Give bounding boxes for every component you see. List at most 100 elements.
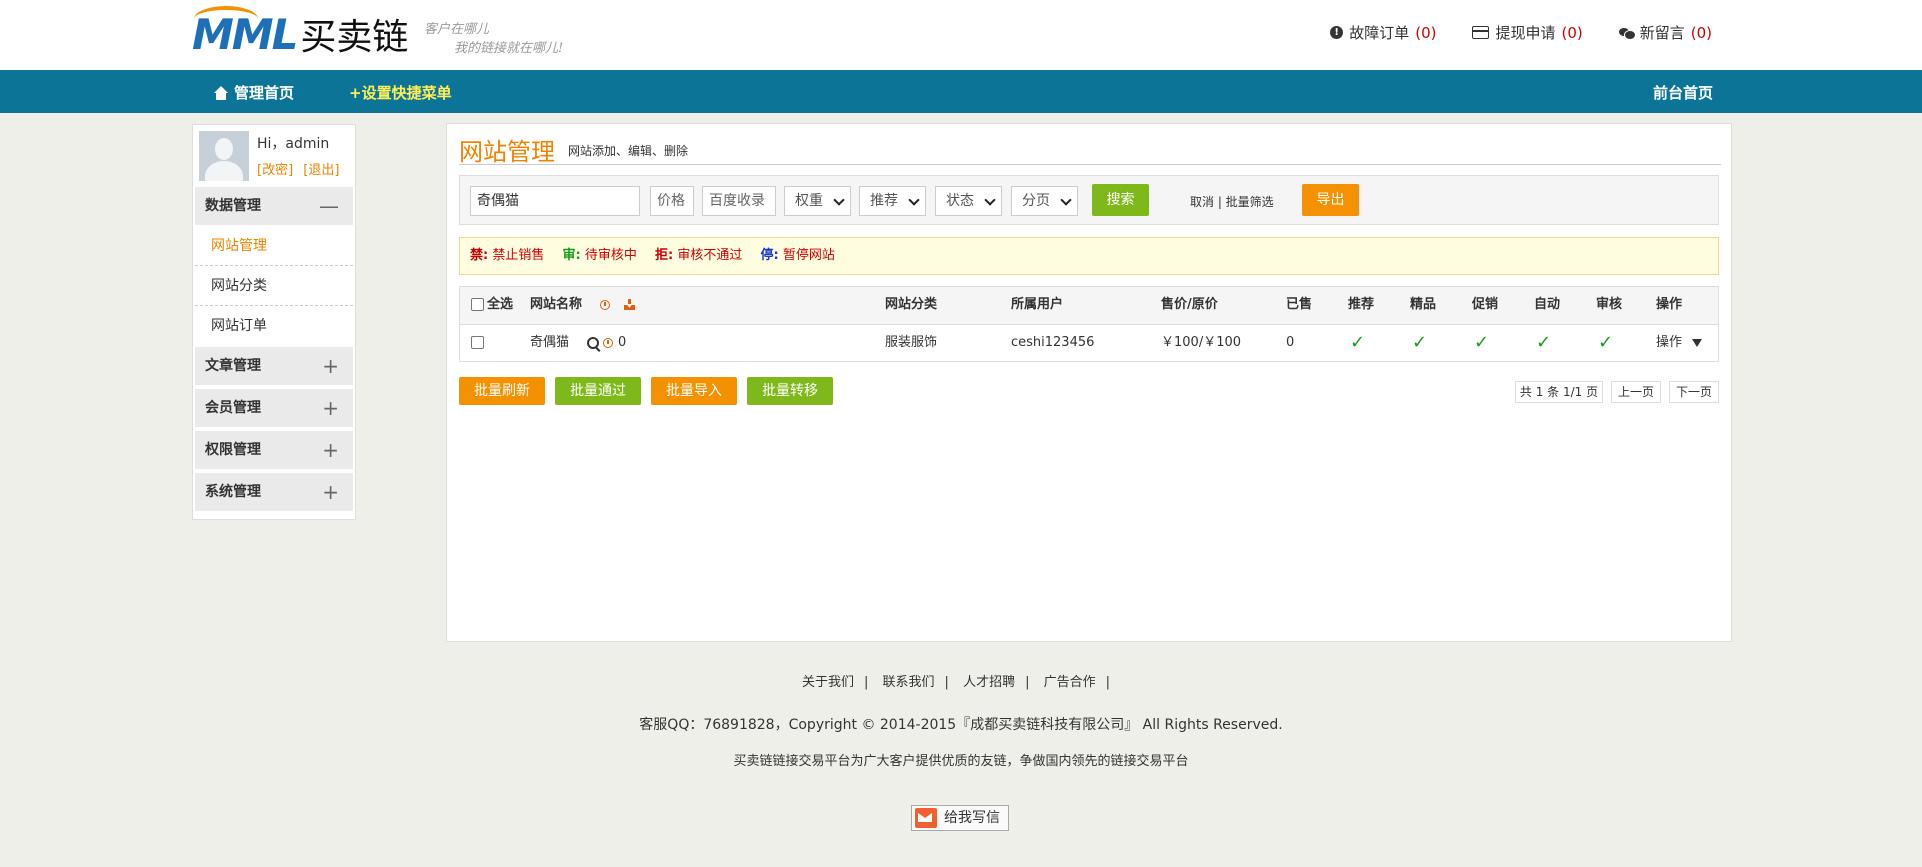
batch-refresh-button[interactable]: 批量刷新 bbox=[459, 377, 545, 405]
nav-quick-menu[interactable]: +设置快捷菜单 bbox=[349, 82, 452, 103]
sidebar-group-article[interactable]: 文章管理 + bbox=[195, 347, 353, 385]
batch-approve-button[interactable]: 批量通过 bbox=[555, 377, 641, 405]
copyright: 客服QQ：76891828，Copyright © 2014-2015『成都买卖… bbox=[639, 717, 1283, 733]
auto-check-icon[interactable]: ✓ bbox=[1536, 325, 1551, 361]
header-action: 操作 bbox=[1656, 297, 1683, 312]
select-all-checkbox[interactable] bbox=[471, 298, 484, 311]
nav-admin-home[interactable]: 管理首页 bbox=[214, 82, 294, 103]
footer-separator: | bbox=[944, 675, 949, 690]
row-stat: 0 bbox=[618, 335, 627, 350]
search-button[interactable]: 搜索 bbox=[1092, 184, 1149, 216]
header-user: 所属用户 bbox=[1011, 297, 1064, 312]
batch-import-button[interactable]: 批量导入 bbox=[651, 377, 737, 405]
sort-icon[interactable] bbox=[603, 325, 613, 361]
write-to-us-button[interactable]: 给我写信 bbox=[911, 805, 1009, 831]
footer-link-contact[interactable]: 联系我们 bbox=[883, 675, 935, 690]
row-action-dropdown[interactable]: 操作 bbox=[1656, 325, 1703, 361]
export-button[interactable]: 导出 bbox=[1302, 184, 1359, 216]
sort-icon[interactable] bbox=[600, 287, 610, 323]
sidebar-group-system[interactable]: 系统管理 + bbox=[195, 473, 353, 511]
warning-icon: ! bbox=[1330, 26, 1344, 39]
sidebar-item-site-management[interactable]: 网站管理 bbox=[195, 227, 353, 266]
logo[interactable]: MML 买卖链 bbox=[192, 5, 408, 60]
sidebar-group-member[interactable]: 会员管理 + bbox=[195, 389, 353, 427]
header-audit: 审核 bbox=[1596, 297, 1623, 312]
main-panel: 网站管理 网站添加、编辑、删除 奇偶猫 价格 百度收录 权重 推荐 状态 分页 … bbox=[446, 123, 1732, 642]
header-price: 售价/原价 bbox=[1161, 297, 1218, 312]
row-user: ceshi123456 bbox=[1011, 335, 1095, 350]
footer-separator: | bbox=[1025, 675, 1030, 690]
recommend-check-icon[interactable]: ✓ bbox=[1350, 325, 1365, 361]
keyword-input[interactable]: 奇偶猫 bbox=[470, 186, 640, 216]
withdraw-requests-count: (0) bbox=[1561, 23, 1583, 42]
mail-icon bbox=[915, 808, 937, 828]
page-title: 网站管理 bbox=[459, 138, 555, 166]
slogan-line1: 客户在哪儿 bbox=[424, 22, 490, 37]
chevron-down-icon bbox=[833, 194, 845, 206]
sidebar-group-permission[interactable]: 权限管理 + bbox=[195, 431, 353, 469]
weight-select-value: 权重 bbox=[795, 193, 823, 209]
sidebar-group-member-label: 会员管理 bbox=[205, 400, 261, 416]
filter-bar: 奇偶猫 价格 百度收录 权重 推荐 状态 分页 搜索 取消 | 批量筛选 导出 bbox=[459, 175, 1719, 225]
header-select-all[interactable]: 全选 bbox=[487, 287, 513, 323]
batch-transfer-button[interactable]: 批量转移 bbox=[747, 377, 833, 405]
audit-check-icon[interactable]: ✓ bbox=[1598, 325, 1613, 361]
prev-page-button[interactable]: 上一页 bbox=[1611, 381, 1661, 403]
row-price: ￥100/￥100 bbox=[1161, 335, 1242, 350]
table-header: 全选 网站名称 网站分类 所属用户 售价/原价 已售 推荐 精品 促销 自动 审… bbox=[460, 287, 1718, 325]
header: MML 买卖链 客户在哪儿 我的链接就在哪儿! ! 故障订单 (0) 提现申请 … bbox=[0, 0, 1922, 70]
row-checkbox[interactable] bbox=[471, 336, 484, 349]
sidebar: Hi，admin [改密] [退出] 数据管理 — 网站管理 网站分类 网站订单… bbox=[192, 124, 356, 520]
footer-link-ads[interactable]: 广告合作 bbox=[1044, 675, 1096, 690]
fault-orders-label: 故障订单 bbox=[1349, 24, 1410, 42]
logout-link[interactable]: [退出] bbox=[303, 163, 339, 178]
card-icon bbox=[1472, 26, 1490, 39]
expand-icon: + bbox=[322, 438, 339, 462]
navbar: 管理首页 +设置快捷菜单 前台首页 bbox=[0, 70, 1922, 113]
footer-link-about[interactable]: 关于我们 bbox=[802, 675, 854, 690]
expand-icon: + bbox=[322, 396, 339, 420]
status-select[interactable]: 状态 bbox=[935, 186, 1002, 216]
search-icon[interactable] bbox=[587, 325, 599, 361]
row-category: 服装服饰 bbox=[885, 335, 938, 350]
row-site-name[interactable]: 奇偶猫 bbox=[530, 325, 569, 361]
baidu-index-input[interactable]: 百度收录 bbox=[702, 186, 776, 216]
chat-icon bbox=[1618, 27, 1636, 40]
recommend-select[interactable]: 推荐 bbox=[859, 186, 926, 216]
nav-front-home[interactable]: 前台首页 bbox=[1653, 82, 1713, 103]
download-icon[interactable] bbox=[624, 287, 635, 323]
status-select-value: 状态 bbox=[946, 193, 974, 209]
cancel-batch-filter-link[interactable]: 取消 | 批量筛选 bbox=[1190, 193, 1274, 210]
fault-orders-link[interactable]: ! 故障订单 (0) bbox=[1330, 22, 1436, 43]
status-legend: 禁: 禁止销售 审: 待审核中 拒: 审核不通过 停: 暂停网站 bbox=[459, 237, 1719, 275]
sidebar-item-site-orders[interactable]: 网站订单 bbox=[195, 307, 353, 346]
slogan: 客户在哪儿 我的链接就在哪儿! bbox=[424, 20, 563, 58]
row-action-label: 操作 bbox=[1656, 335, 1683, 350]
paging-select-value: 分页 bbox=[1022, 193, 1050, 209]
legend-item-pending: 审: 待审核中 bbox=[562, 248, 637, 263]
withdraw-requests-label: 提现申请 bbox=[1495, 24, 1556, 42]
chevron-down-icon bbox=[908, 194, 920, 206]
greeting: Hi，admin bbox=[257, 136, 330, 152]
new-messages-link[interactable]: 新留言 (0) bbox=[1618, 22, 1712, 43]
footer-link-jobs[interactable]: 人才招聘 bbox=[963, 675, 1015, 690]
avatar bbox=[199, 131, 249, 181]
price-input[interactable]: 价格 bbox=[650, 186, 694, 216]
fault-orders-count: (0) bbox=[1415, 23, 1437, 42]
fine-check-icon[interactable]: ✓ bbox=[1412, 325, 1427, 361]
header-site-name: 网站名称 bbox=[530, 297, 583, 312]
recommend-select-value: 推荐 bbox=[870, 193, 898, 209]
paging-select[interactable]: 分页 bbox=[1011, 186, 1078, 216]
footer-slogan: 买卖链链接交易平台为广大客户提供优质的友链，争做国内领先的链接交易平台 bbox=[733, 754, 1189, 769]
change-password-link[interactable]: [改密] bbox=[257, 163, 293, 178]
write-to-us-label: 给我写信 bbox=[944, 810, 1000, 826]
expand-icon: + bbox=[322, 354, 339, 378]
expand-icon: + bbox=[322, 480, 339, 504]
weight-select[interactable]: 权重 bbox=[784, 186, 851, 216]
logo-mark: MML bbox=[192, 5, 298, 59]
withdraw-requests-link[interactable]: 提现申请 (0) bbox=[1472, 22, 1583, 43]
sidebar-item-site-category[interactable]: 网站分类 bbox=[195, 267, 353, 306]
next-page-button[interactable]: 下一页 bbox=[1669, 381, 1719, 403]
sidebar-group-data[interactable]: 数据管理 — bbox=[195, 187, 353, 225]
promo-check-icon[interactable]: ✓ bbox=[1474, 325, 1489, 361]
